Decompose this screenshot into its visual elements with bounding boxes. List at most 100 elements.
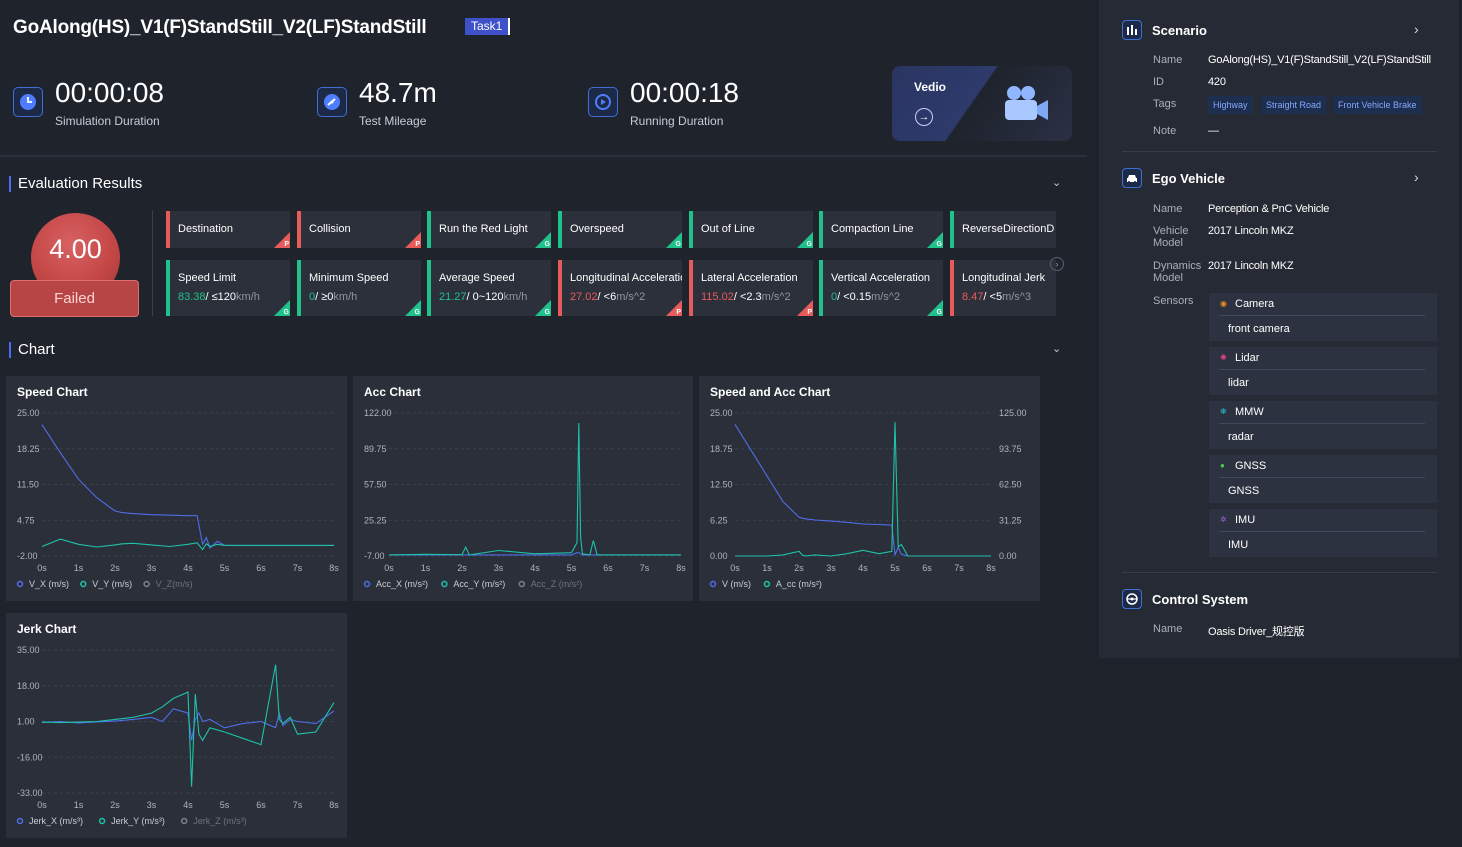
y-tick-label: 122.00 <box>364 408 392 418</box>
status-badge: Failed <box>10 280 139 317</box>
x-tick-label: 2s <box>457 563 467 573</box>
metric-label: Test Mileage <box>359 114 427 128</box>
score-divider <box>152 210 153 316</box>
legend-marker <box>441 580 448 588</box>
speed-acc-chart: 25.00 125.00 18.75 93.75 12.50 62.50 6.25 31.25… <box>709 408 1027 589</box>
camera-icon: ◉ <box>1220 299 1227 308</box>
flag-letter: G <box>675 241 681 248</box>
vedio-label: Vedio <box>914 80 947 94</box>
y-right-tick-label: 93.75 <box>999 444 1022 454</box>
legend-label: V_X (m/s) <box>29 579 69 589</box>
eval-card-minimum-speed[interactable]: Minimum Speed 0/ ≥0km/h G <box>297 260 421 316</box>
card-name: Collision <box>309 223 351 235</box>
legend-label: Jerk_Y (m/s³) <box>111 816 165 826</box>
eval-card-overspeed[interactable]: Overspeed G <box>558 211 682 248</box>
legend-marker <box>180 817 188 825</box>
eval-card-speed-limit[interactable]: Speed Limit 83.38/ ≤120km/h G <box>166 260 290 316</box>
legend-marker <box>363 580 371 588</box>
legend-marker <box>143 580 150 588</box>
jerk-chart-panel: Jerk Chart 35.00 18.00 1.00 -16.00 -33.00 0s 1… <box>6 613 347 838</box>
eval-card-reverse-direction[interactable]: ReverseDirectionD <box>950 211 1056 248</box>
y-tick-label: 12.50 <box>710 480 733 490</box>
card-name: Destination <box>178 223 234 235</box>
x-tick-label: 0s <box>730 563 740 573</box>
y-tick-label: -33.00 <box>17 788 43 798</box>
sensor-type: Lidar <box>1235 352 1260 364</box>
x-tick-label: 4s <box>183 800 193 810</box>
x-tick-label: 4s <box>530 563 540 573</box>
series-line <box>41 424 334 550</box>
ego-header[interactable]: Ego Vehicle › <box>1122 168 1442 188</box>
chevron-down-icon[interactable]: ⌄ <box>1052 342 1062 355</box>
control-title: Control System <box>1152 592 1249 607</box>
legend-label: Acc_Y (m/s²) <box>453 579 505 589</box>
evaluation-title: Evaluation Results <box>9 176 142 192</box>
x-tick-label: 6s <box>256 800 266 810</box>
eval-card-destination[interactable]: Destination P <box>166 211 290 248</box>
x-tick-label: 3s <box>147 800 157 810</box>
chevron-right-icon[interactable]: › <box>1414 21 1419 37</box>
task-tag[interactable]: Task1 <box>465 18 511 35</box>
y-tick-label: 4.75 <box>17 515 35 525</box>
card-name: Run the Red Light <box>439 223 528 235</box>
x-tick-label: 1s <box>762 563 772 573</box>
chevron-right-icon[interactable]: › <box>1414 169 1419 185</box>
sensor-value: lidar <box>1228 377 1249 389</box>
eval-card-longitudinal-acceleration[interactable]: Longitudinal Acceleration 27.02/ <6m/s^2… <box>558 260 682 316</box>
x-tick-label: 2s <box>794 563 804 573</box>
eval-card-average-speed[interactable]: Average Speed 21.27/ 0~120km/h G <box>427 260 551 316</box>
sensor-imu: ✲ IMU IMU <box>1209 509 1437 557</box>
y-tick-label: 18.25 <box>17 444 40 454</box>
replay-icon <box>588 87 618 117</box>
eval-card-lateral-acceleration[interactable]: Lateral Acceleration 115.02/ <2.3m/s^2 P <box>689 260 813 316</box>
scenario-header[interactable]: Scenario › <box>1122 20 1442 40</box>
arrow-right-icon[interactable]: → <box>915 108 933 126</box>
card-value: 83.38/ ≤120km/h <box>178 291 260 303</box>
legend-label: V_Y (m/s) <box>92 579 132 589</box>
legend-label: Jerk_Z (m/s³) <box>193 816 247 826</box>
card-name: Speed Limit <box>178 272 237 284</box>
x-tick-label: 0s <box>384 563 394 573</box>
legend-label: V (m/s) <box>722 579 751 589</box>
chevron-down-icon[interactable]: ⌄ <box>1052 176 1062 189</box>
ego-name-label: Name <box>1153 203 1183 215</box>
y-tick-label: 0.00 <box>710 551 728 561</box>
legend-marker <box>98 817 106 825</box>
series-line <box>734 424 991 558</box>
tag: Front Vehicle Brake <box>1333 96 1422 114</box>
gauge-icon <box>317 87 347 117</box>
chevron-right-icon[interactable]: › <box>1050 257 1064 271</box>
eval-card-compaction-line[interactable]: Compaction Line G <box>819 211 943 248</box>
legend-label: V_Z(m/s) <box>156 579 193 589</box>
x-tick-label: 3s <box>826 563 836 573</box>
x-tick-label: 7s <box>640 563 650 573</box>
chart-section-title: Chart <box>9 342 55 358</box>
y-right-tick-label: 62.50 <box>999 480 1022 490</box>
y-tick-label: 89.75 <box>364 444 387 454</box>
legend-label: A_cc (m/s²) <box>776 579 822 589</box>
x-tick-label: 3s <box>147 563 157 573</box>
eval-card-collision[interactable]: Collision P <box>297 211 421 248</box>
eval-card-longitudinal-jerk[interactable]: Longitudinal Jerk 8.47/ <5m/s^3 <box>950 260 1056 316</box>
clock-icon <box>13 87 43 117</box>
metric-value: 48.7m <box>359 77 437 108</box>
y-tick-label: 18.00 <box>17 681 40 691</box>
eval-card-out-of-line[interactable]: Out of Line G <box>689 211 813 248</box>
y-right-tick-label: 0.00 <box>999 551 1017 561</box>
sensor-type: Camera <box>1235 298 1275 310</box>
x-tick-label: 7s <box>293 800 303 810</box>
y-tick-label: -7.00 <box>364 551 385 561</box>
speed-acc-chart-panel: Speed and Acc Chart 25.00 125.00 18.75 93.7… <box>699 376 1040 601</box>
control-header[interactable]: Control System <box>1122 589 1442 609</box>
sensor-type: GNSS <box>1235 460 1267 472</box>
eval-card-vertical-acceleration[interactable]: Vertical Acceleration 0/ <0.15m/s^2 G <box>819 260 943 316</box>
flag-letter: G <box>544 309 550 316</box>
vedio-card[interactable]: Vedio → <box>892 66 1072 141</box>
scenario-title: Scenario <box>1152 23 1207 38</box>
divider <box>1219 369 1425 370</box>
x-tick-label: 3s <box>494 563 504 573</box>
imu-icon: ✲ <box>1220 515 1227 524</box>
eval-card-red-light[interactable]: Run the Red Light G <box>427 211 551 248</box>
speed-chart: 25.00 18.25 11.50 4.75 -2.00 0s 1s 2s 3s 4s 5s 6s 7s… <box>16 408 339 589</box>
x-tick-label: 0s <box>37 563 47 573</box>
